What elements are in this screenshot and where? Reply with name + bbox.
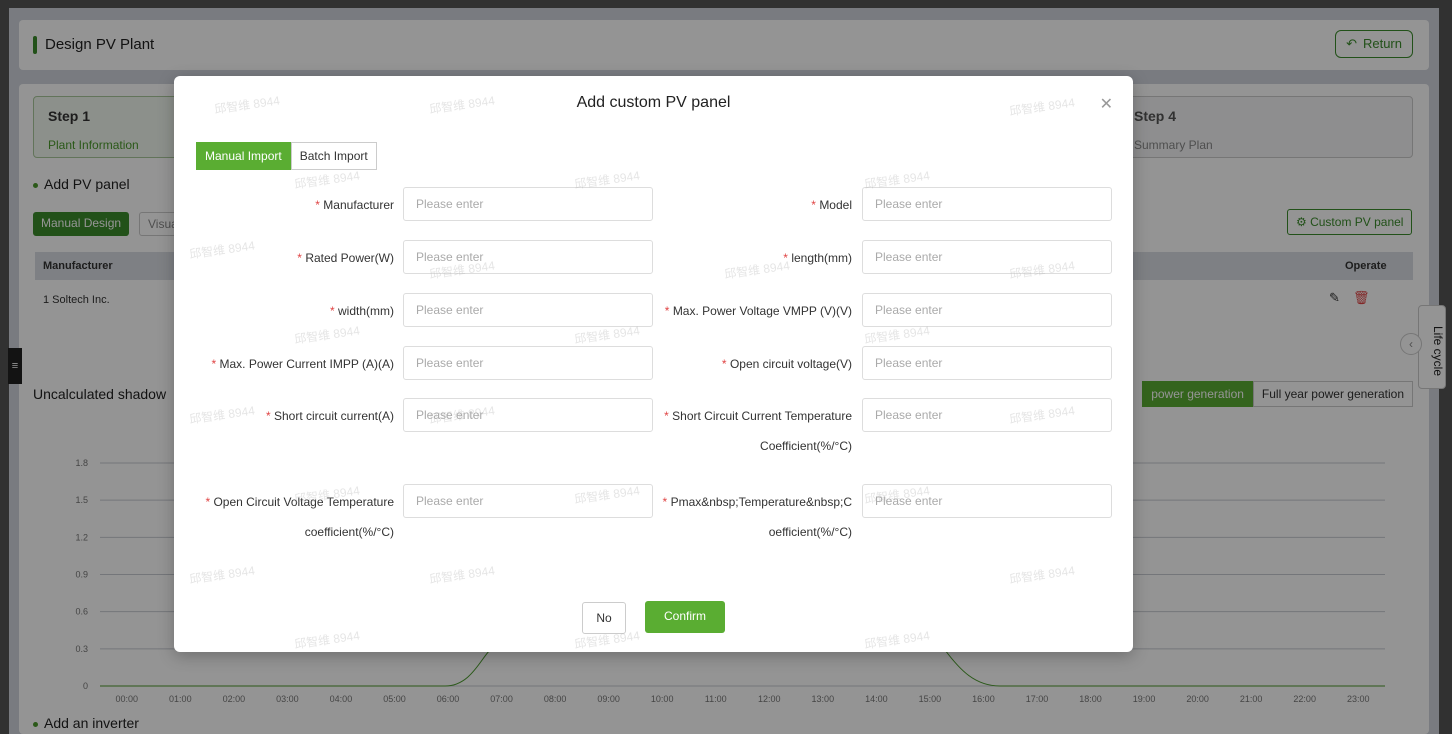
- required-mark: *: [662, 495, 671, 509]
- watermark: 邱智维 8944: [1008, 563, 1076, 587]
- field-label: * Rated Power(W): [297, 251, 394, 265]
- required-mark: *: [664, 304, 673, 318]
- watermark: 邱智维 8944: [428, 563, 496, 587]
- tab-batch-import[interactable]: Batch Import: [290, 142, 377, 170]
- field-input[interactable]: Please enter: [862, 293, 1112, 327]
- close-icon[interactable]: ✕: [1100, 94, 1113, 114]
- required-mark: *: [329, 304, 338, 318]
- watermark: 邱智维 8944: [293, 628, 361, 652]
- field-label: * Pmax&nbsp;Temperature&nbsp;C oefficient…: [662, 495, 852, 539]
- import-tabs: Manual Import Batch Import: [196, 142, 377, 170]
- custom-pv-panel-dialog: Add custom PV panel ✕ Manual Import Batc…: [174, 76, 1133, 652]
- required-mark: *: [721, 357, 730, 371]
- required-mark: *: [265, 409, 274, 423]
- watermark: 邱智维 8944: [188, 563, 256, 587]
- field-input[interactable]: Please enter: [862, 398, 1112, 432]
- field-label: * Open circuit voltage(V): [721, 357, 852, 371]
- no-button[interactable]: No: [582, 602, 626, 634]
- field-input[interactable]: Please enter: [403, 484, 653, 518]
- field-input[interactable]: Please enter: [403, 346, 653, 380]
- field-label: * Model: [811, 198, 852, 212]
- watermark: 邱智维 8944: [293, 168, 361, 192]
- field-input[interactable]: Please enter: [403, 293, 653, 327]
- watermark: 邱智维 8944: [293, 323, 361, 347]
- field-label: * Max. Power Current IMPP (A)(A): [211, 357, 395, 371]
- field-label: * Open Circuit Voltage Temperature coeffi…: [205, 495, 394, 539]
- field-input[interactable]: Please enter: [403, 187, 653, 221]
- required-mark: *: [664, 409, 673, 423]
- field-label: * Max. Power Voltage VMPP (V)(V): [664, 304, 852, 318]
- field-input[interactable]: Please enter: [403, 398, 653, 432]
- field-label: * Short Circuit Current Temperature Coeff…: [664, 409, 852, 453]
- required-mark: *: [211, 357, 220, 371]
- tab-manual-import[interactable]: Manual Import: [196, 142, 291, 170]
- field-label: * Short circuit current(A): [265, 409, 394, 423]
- field-input[interactable]: Please enter: [862, 187, 1112, 221]
- field-input[interactable]: Please enter: [403, 240, 653, 274]
- field-label: * width(mm): [329, 304, 394, 318]
- field-label: * length(mm): [783, 251, 852, 265]
- field-label: * Manufacturer: [315, 198, 394, 212]
- field-input[interactable]: Please enter: [862, 484, 1112, 518]
- dialog-title: Add custom PV panel: [576, 94, 731, 111]
- watermark: 邱智维 8944: [863, 628, 931, 652]
- field-input[interactable]: Please enter: [862, 346, 1112, 380]
- confirm-button[interactable]: Confirm: [645, 601, 725, 633]
- field-input[interactable]: Please enter: [862, 240, 1112, 274]
